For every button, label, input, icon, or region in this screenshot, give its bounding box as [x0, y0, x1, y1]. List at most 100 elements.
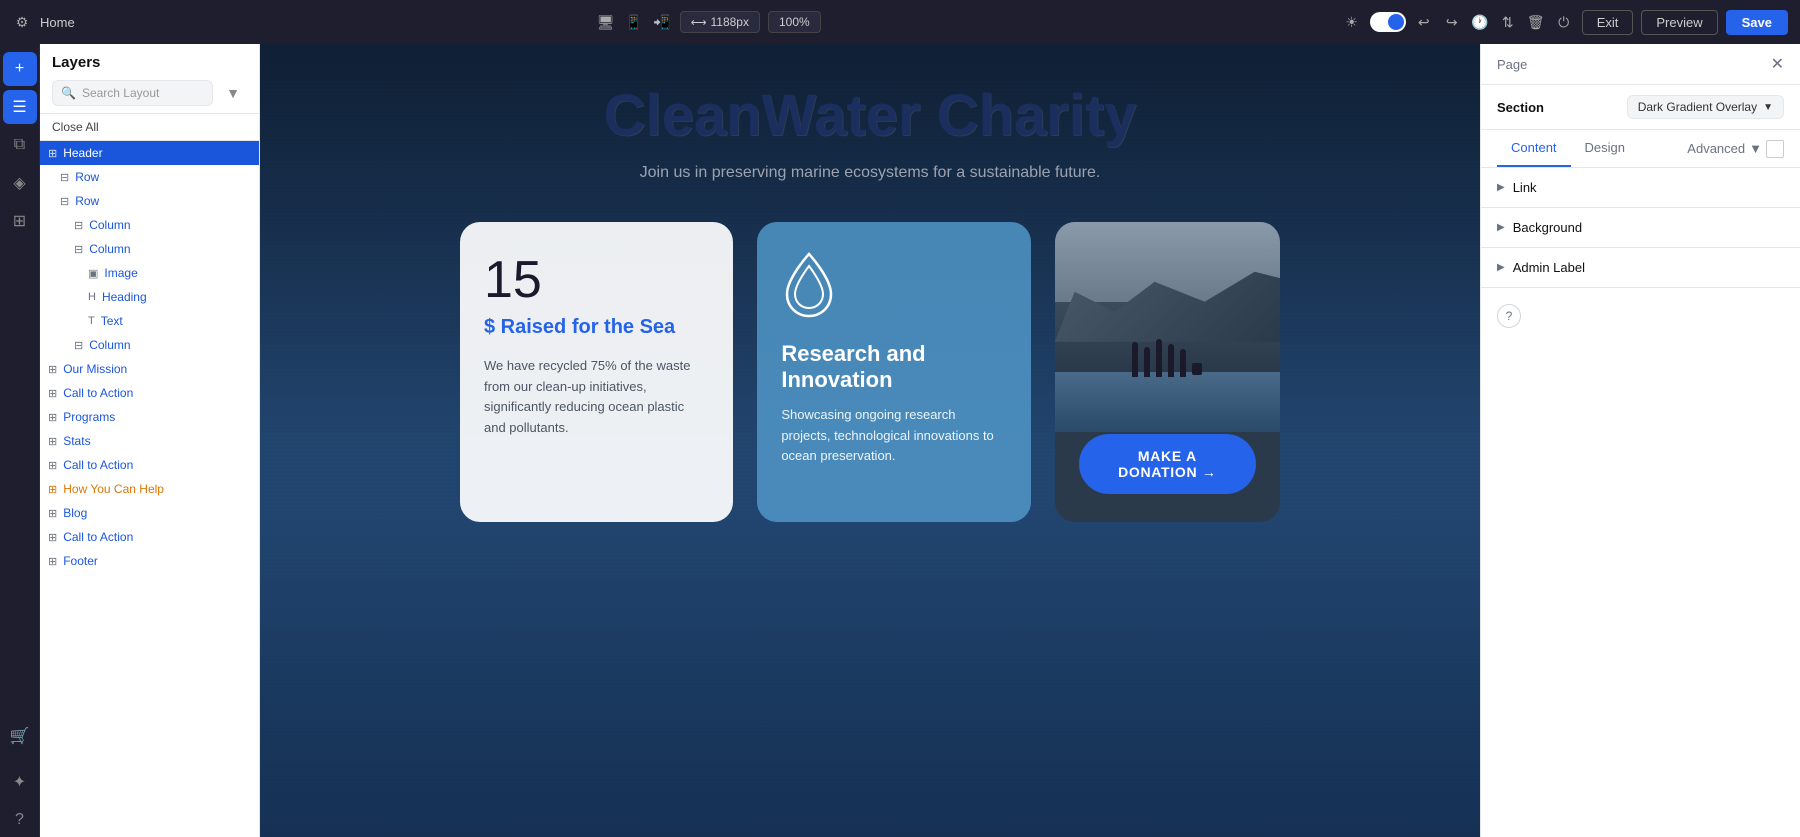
responsive-icon[interactable]: ⇅	[1498, 12, 1518, 32]
footer-icon: ⊞	[48, 555, 57, 568]
tab-advanced-label: Advanced	[1687, 141, 1745, 156]
layer-item-text[interactable]: T Text	[40, 309, 259, 333]
layer-label-our-mission: Our Mission	[63, 362, 127, 376]
home-label[interactable]: Home	[40, 15, 75, 30]
accordion-background: ▶ Background	[1481, 208, 1800, 248]
close-icon[interactable]: ✕	[1771, 54, 1784, 74]
delete-icon[interactable]: 🗑	[1526, 12, 1546, 32]
card-stats: 15 $ Raised for the Sea We have recycled…	[460, 222, 733, 522]
tablet-icon[interactable]: 📱	[624, 12, 644, 32]
preview-button[interactable]: Preview	[1641, 10, 1717, 35]
add-icon[interactable]: +	[3, 52, 37, 86]
help-icon[interactable]: ?	[3, 803, 37, 837]
layer-item-col3[interactable]: ⊟ Column	[40, 333, 259, 357]
accordion-admin-label-header[interactable]: ▶ Admin Label	[1481, 248, 1800, 287]
tab-design[interactable]: Design	[1571, 130, 1639, 167]
layers-list: ⊞ Header ⊟ Row ⊟ Row ⊟ Column ⊟ Column	[40, 141, 259, 837]
layer-label-footer: Footer	[63, 554, 98, 568]
sun-icon[interactable]: ☀	[1342, 12, 1362, 32]
layer-label-col3: Column	[89, 338, 130, 352]
col1-icon: ⊟	[74, 219, 83, 232]
zoom-value: 100%	[779, 15, 810, 29]
panel-title: Layers	[52, 54, 247, 71]
redo-icon[interactable]: ↪	[1442, 12, 1462, 32]
exit-button[interactable]: Exit	[1582, 10, 1634, 35]
px-display[interactable]: ⟷ 1188px	[680, 11, 760, 33]
layer-item-col2[interactable]: ⊟ Column	[40, 237, 259, 261]
layer-item-how-you-help[interactable]: ⊞ How You Can Help	[40, 477, 259, 501]
save-button[interactable]: Save	[1726, 10, 1788, 35]
tab-checkbox[interactable]	[1766, 140, 1784, 158]
admin-label-title: Admin Label	[1513, 260, 1585, 275]
header-icon: ⊞	[48, 147, 57, 160]
background-title: Background	[1513, 220, 1582, 235]
layers-icon[interactable]: ☰	[3, 90, 37, 124]
layer-item-footer[interactable]: ⊞ Footer	[40, 549, 259, 573]
page-label: Page	[1497, 57, 1527, 72]
tools-icon[interactable]: ✦	[3, 765, 37, 799]
layer-item-programs[interactable]: ⊞ Programs	[40, 405, 259, 429]
zoom-display[interactable]: 100%	[768, 11, 821, 33]
how-you-help-icon: ⊞	[48, 483, 57, 496]
theme-toggle[interactable]	[1370, 12, 1406, 32]
layer-label-header: Header	[63, 146, 102, 160]
layer-item-header[interactable]: ⊞ Header	[40, 141, 259, 165]
donate-button[interactable]: MAKE A DONATION →	[1079, 434, 1256, 494]
desktop-icon[interactable]: 🖥	[596, 12, 616, 32]
left-panel: Layers 🔍 Search Layout ▼ Close All ⊞ Hea…	[40, 44, 260, 837]
theme-icon[interactable]: ◈	[3, 166, 37, 200]
panel-header: Layers 🔍 Search Layout ▼	[40, 44, 259, 114]
power-icon[interactable]: ⏻	[1554, 12, 1574, 32]
row1-icon: ⊟	[60, 171, 69, 184]
help-button[interactable]: ?	[1497, 304, 1521, 328]
topbar-center: 🖥 📱 📲 ⟷ 1188px 100%	[596, 11, 821, 33]
search-box[interactable]: 🔍 Search Layout	[52, 80, 213, 106]
drop-icon	[781, 250, 837, 325]
layer-label-programs: Programs	[63, 410, 115, 424]
pages-icon[interactable]: ⧉	[3, 128, 37, 162]
cta2-icon: ⊞	[48, 459, 57, 472]
cta1-icon: ⊞	[48, 387, 57, 400]
history-icon[interactable]: 🕐	[1470, 12, 1490, 32]
layer-label-text: Text	[101, 314, 123, 328]
layer-item-row2[interactable]: ⊟ Row	[40, 189, 259, 213]
undo-icon[interactable]: ↩	[1414, 12, 1434, 32]
layer-item-col1[interactable]: ⊟ Column	[40, 213, 259, 237]
filter-button[interactable]: ▼	[219, 79, 247, 107]
accordion-link-header[interactable]: ▶ Link	[1481, 168, 1800, 207]
layer-item-image[interactable]: ▣ Image	[40, 261, 259, 285]
link-arrow-icon: ▶	[1497, 182, 1505, 193]
layer-item-heading[interactable]: H Heading	[40, 285, 259, 309]
topbar-right: ☀ ↩ ↪ 🕐 ⇅ 🗑 ⏻ Exit Preview Save	[1342, 10, 1788, 35]
layer-item-cta2[interactable]: ⊞ Call to Action	[40, 453, 259, 477]
background-arrow-icon: ▶	[1497, 222, 1505, 233]
layer-item-blog[interactable]: ⊞ Blog	[40, 501, 259, 525]
mobile-icon[interactable]: 📲	[652, 12, 672, 32]
close-all-button[interactable]: Close All	[40, 114, 259, 141]
card-blue-text: Showcasing ongoing research projects, te…	[781, 405, 1006, 467]
hero-section: CleanWater Charity Join us in preserving…	[260, 44, 1480, 837]
layer-item-row1[interactable]: ⊟ Row	[40, 165, 259, 189]
stats-icon: ⊞	[48, 435, 57, 448]
cta3-icon: ⊞	[48, 531, 57, 544]
canvas-content: CleanWater Charity Join us in preserving…	[260, 44, 1480, 837]
layer-label-row1: Row	[75, 170, 99, 184]
accordion-link: ▶ Link	[1481, 168, 1800, 208]
link-title: Link	[1513, 180, 1537, 195]
modules-icon[interactable]: ⊞	[3, 204, 37, 238]
layer-label-stats: Stats	[63, 434, 90, 448]
tab-advanced-dropdown[interactable]: Advanced ▼	[1687, 140, 1784, 158]
tab-content[interactable]: Content	[1497, 130, 1571, 167]
section-row: Section Dark Gradient Overlay ▼	[1481, 85, 1800, 130]
settings-icon[interactable]: ⚙	[12, 12, 32, 32]
layer-item-our-mission[interactable]: ⊞ Our Mission	[40, 357, 259, 381]
layer-label-row2: Row	[75, 194, 99, 208]
layer-item-cta1[interactable]: ⊞ Call to Action	[40, 381, 259, 405]
layer-item-cta3[interactable]: ⊞ Call to Action	[40, 525, 259, 549]
woo-icon[interactable]: 🛒	[3, 719, 37, 753]
topbar: ⚙ Home 🖥 📱 📲 ⟷ 1188px 100% ☀ ↩ ↪ 🕐 ⇅ 🗑 ⏻…	[0, 0, 1800, 44]
layer-item-stats[interactable]: ⊞ Stats	[40, 429, 259, 453]
section-value-dropdown[interactable]: Dark Gradient Overlay ▼	[1627, 95, 1784, 119]
accordion-background-header[interactable]: ▶ Background	[1481, 208, 1800, 247]
layer-label-cta2: Call to Action	[63, 458, 133, 472]
